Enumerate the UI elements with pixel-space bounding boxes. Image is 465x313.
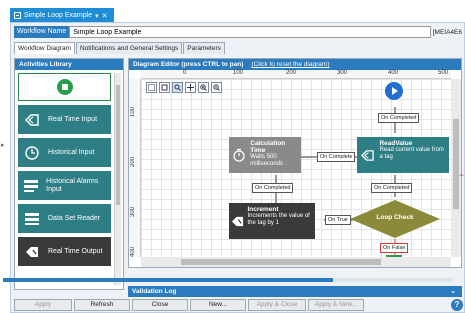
apply-button[interactable]: Apply [14,299,72,311]
help-icon[interactable]: ? [451,299,463,311]
ruler-tick: 100 [130,107,136,118]
apply-new-button[interactable]: Apply & New... [308,299,364,311]
refresh-button[interactable]: Refresh [74,299,130,311]
splitter-handle-icon[interactable]: ⇔ [458,172,465,179]
workflow-id: [MEIA4E6 [432,28,462,36]
connector-label: On Completed [371,183,413,193]
alarm-list-icon [18,171,43,200]
new-button[interactable]: New... [190,299,246,311]
node-calculation-time[interactable]: Calculation Time Waits 500 milliseconds [229,137,301,173]
tab-workflow-diagram[interactable]: Workflow Diagram [14,42,75,54]
ruler-tick: 300 [130,207,136,218]
diagram-editor: Diagram Editor (press CTRL to pan) (Clic… [128,58,462,268]
library-item-historical-input[interactable]: Historical Input [18,138,111,167]
workflow-name-label: Workflow Name [14,26,70,38]
scroll-thumb[interactable] [3,278,333,282]
ruler-tick: 500 [438,70,449,76]
node-title: Calculation Time [250,140,286,154]
pin-icon[interactable]: ▾ [95,12,99,20]
close-button[interactable]: Close [132,299,188,311]
ruler-tick: 300 [337,70,348,76]
node-read-value[interactable]: ReadValue Read current value from a tag [357,137,449,173]
activities-library: Activities Library Real Time Input Histo… [14,58,124,290]
node-desc: Waits 500 milliseconds [250,154,283,167]
close-icon[interactable]: ✕ [102,12,108,20]
library-item-historical-alarms-input[interactable]: Historical Alarms Input [18,171,111,200]
library-item-data-set-reader[interactable]: Data Set Reader [18,204,111,233]
diagram-canvas[interactable]: On Completed ReadValue Read current value… [141,79,451,263]
ruler-top: 0 100 200 300 400 500 [141,70,451,79]
window-title: Simple Loop Example [24,12,93,19]
scroll-thumb[interactable] [181,259,381,265]
collapse-arrow-icon[interactable]: ▸ [1,141,5,149]
scroll-thumb[interactable] [453,119,459,209]
tab-strip: Workflow Diagram Notifications and Gener… [14,42,226,54]
ruler-left: 100 200 300 400 [129,79,141,257]
tag-arrow-icon [357,137,377,173]
connector-label: On Completed [252,183,294,193]
dataset-icon [18,204,45,233]
library-item-label: Historical Alarms Input [46,177,99,193]
library-item-real-time-input[interactable]: Real Time Input [18,105,111,134]
node-title: ReadValue [379,140,413,147]
tag-out-icon [229,203,245,239]
library-item-label: Historical Input [48,148,95,156]
connector-label: On Completed [378,113,420,123]
start-activity[interactable] [18,73,111,101]
workflow-icon [14,12,21,19]
ruler-tick: 200 [286,70,297,76]
page-horizontal-scrollbar[interactable] [3,278,453,282]
window-tab[interactable]: Simple Loop Example ▾ ✕ [10,8,114,23]
editor-header: Diagram Editor (press CTRL to pan) (Clic… [129,59,461,70]
workflow-window: Workflow Name [MEIA4E6 Workflow Diagram … [10,22,465,313]
tag-out-icon [18,237,45,266]
reset-diagram-link[interactable]: (Click to reset the diagram) [251,59,329,70]
editor-title: Diagram Editor (press CTRL to pan) [133,61,244,68]
connector-label: On True [325,215,351,225]
editor-vertical-scrollbar[interactable] [451,79,461,257]
library-title: Activities Library [15,59,123,70]
tag-arrow-icon [18,105,45,134]
ruler-tick: 400 [388,70,399,76]
ruler-tick: 100 [233,70,244,76]
library-item-label: Real Time Output [48,247,103,255]
ruler-tick: 0 [183,70,187,76]
tab-notifications[interactable]: Notifications and General Settings [75,42,183,54]
node-loop-check[interactable]: Loop Check [349,199,441,239]
scroll-thumb[interactable] [116,85,120,205]
workflow-name-input[interactable] [69,26,431,38]
button-row: Apply Refresh Close New... Apply & Close… [0,286,465,313]
connector-label: On Complete [317,152,356,162]
library-item-label: Real Time Input [48,115,98,123]
ruler-tick: 200 [130,157,136,168]
stopwatch-icon [229,137,248,173]
library-scrollbar[interactable] [114,73,121,285]
history-icon [18,138,45,167]
start-icon [56,79,73,95]
library-list: Real Time Input Historical Input Histori… [18,73,113,270]
workflow-start-node[interactable] [384,81,404,103]
connector-label: On False [380,243,409,253]
play-icon [385,82,403,100]
node-desc: Read current value from a tag [379,147,444,160]
ruler-tick: 400 [130,247,136,258]
library-item-label: Data Set Reader [48,214,101,222]
node-title: Loop Check [376,214,414,221]
library-item-real-time-output[interactable]: Real Time Output [18,237,111,266]
tab-parameters[interactable]: Parameters [183,42,225,54]
node-desc: Increments the value of the tag by 1 [247,213,310,226]
apply-close-button[interactable]: Apply & Close [248,299,306,311]
node-increment[interactable]: Increment Increments the value of the tag… [229,203,315,239]
node-title: Increment [247,206,279,213]
editor-horizontal-scrollbar[interactable] [141,257,451,267]
workflow-name-row: Workflow Name [MEIA4E6 [14,26,464,38]
